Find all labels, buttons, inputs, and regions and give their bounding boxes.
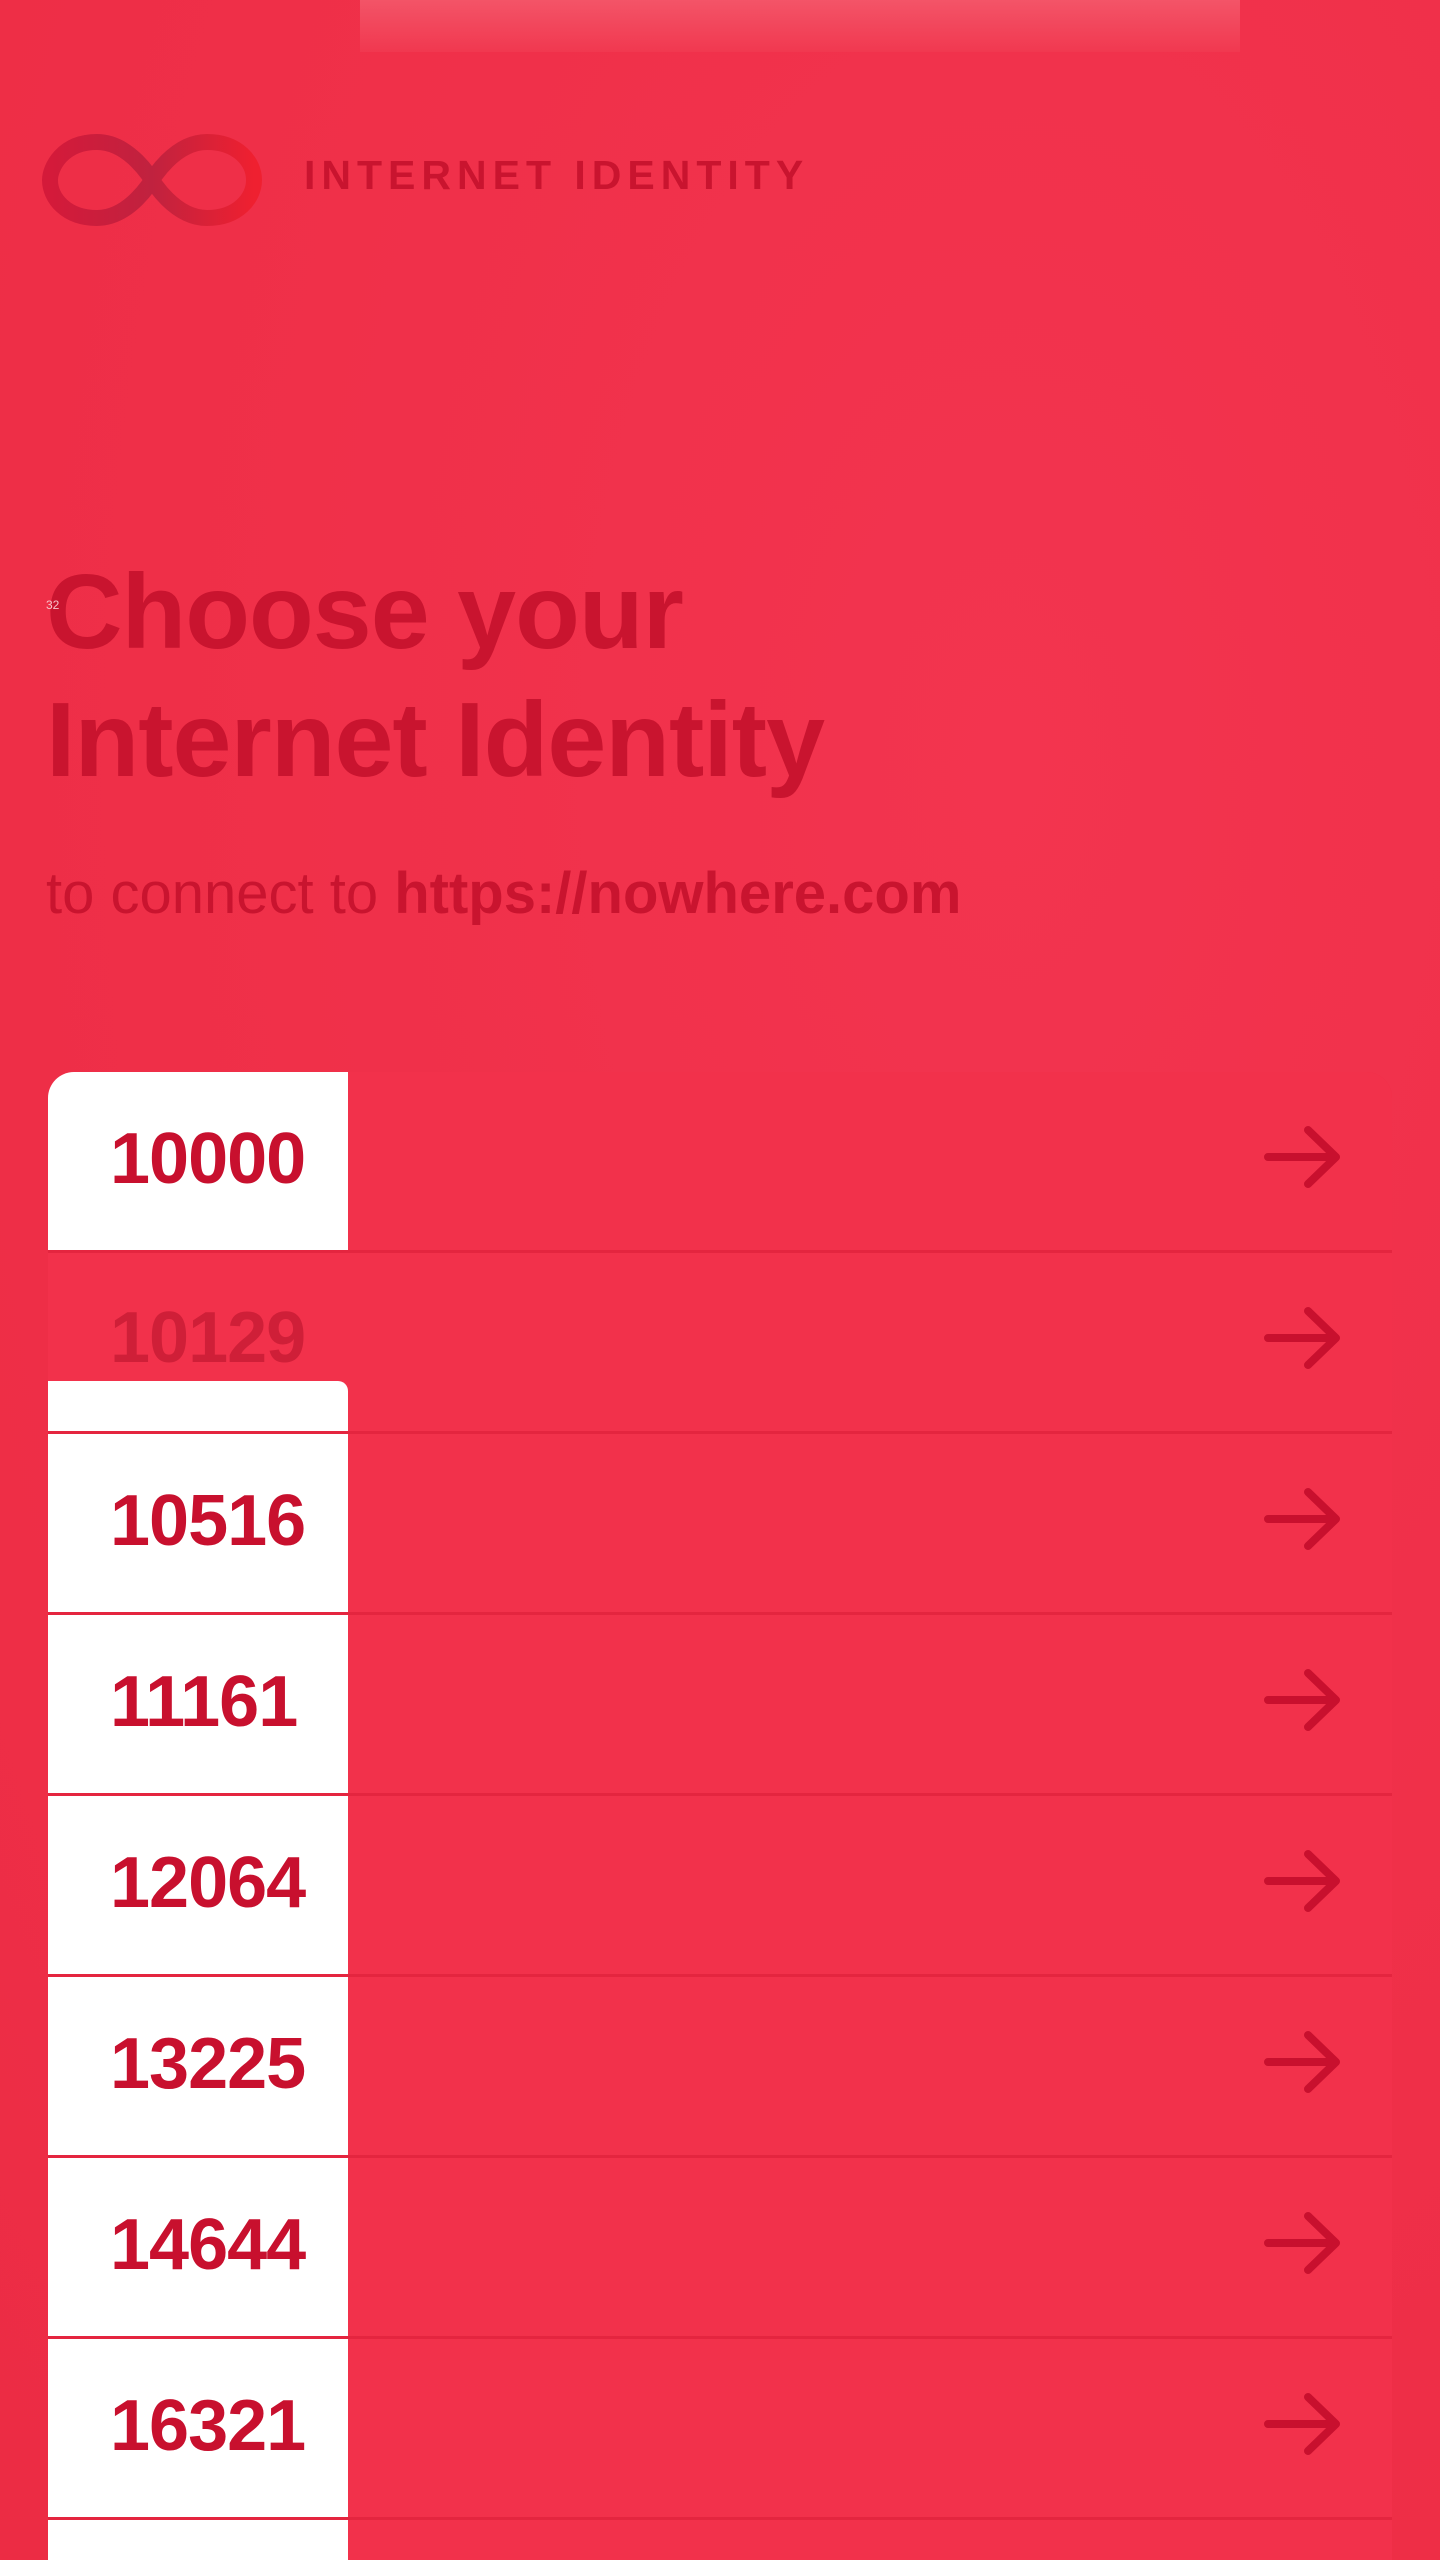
identity-number: 12064 — [110, 1843, 306, 1923]
subtitle: to connect to https://nowhere.com — [46, 860, 961, 927]
tiny-tag: 32 — [46, 598, 60, 612]
title-line-2: Internet Identity — [46, 681, 825, 799]
brand-name: INTERNET IDENTITY — [304, 152, 810, 198]
infinity-logo-icon — [42, 134, 262, 226]
identity-number: 16321 — [110, 2386, 306, 2466]
identity-item[interactable]: 14644 — [48, 2158, 1392, 2339]
arrow-right-icon — [1264, 1669, 1340, 1731]
top-strip — [360, 0, 1240, 52]
arrow-right-icon — [1264, 2393, 1340, 2455]
identity-number: 13225 — [110, 2024, 306, 2104]
identity-item-partial[interactable] — [48, 2520, 1392, 2560]
page-title: Choose your Internet Identity — [46, 548, 825, 804]
identity-number: 14644 — [110, 2205, 306, 2285]
arrow-right-icon — [1264, 2031, 1340, 2093]
identity-item[interactable]: 10516 — [48, 1434, 1392, 1615]
arrow-right-icon — [1264, 1488, 1340, 1550]
identity-number: 10000 — [110, 1119, 306, 1199]
identity-item[interactable]: 10000 — [48, 1072, 1392, 1253]
identity-item[interactable]: 16321 — [48, 2339, 1392, 2520]
page: INTERNET IDENTITY Choose your Internet I… — [0, 0, 1440, 2560]
subtitle-url: https://nowhere.com — [394, 861, 962, 926]
arrow-right-icon — [1264, 2212, 1340, 2274]
identity-number: 10129 — [110, 1298, 306, 1378]
identity-number-cell — [48, 2520, 348, 2560]
arrow-right-icon — [1264, 1850, 1340, 1912]
identity-list: 10000 10129 10516 11161 12064 13225 1464… — [48, 1072, 1392, 2560]
identity-item[interactable]: 11161 — [48, 1615, 1392, 1796]
arrow-right-icon — [1264, 1307, 1340, 1369]
identity-item[interactable]: 13225 — [48, 1977, 1392, 2158]
identity-item[interactable]: 12064 — [48, 1796, 1392, 1977]
title-line-1: Choose your — [46, 553, 684, 671]
identity-number: 11161 — [110, 1662, 298, 1742]
subtitle-prefix: to connect to — [46, 861, 379, 926]
identity-number: 10516 — [110, 1481, 306, 1561]
identity-item[interactable]: 10129 — [48, 1253, 1392, 1434]
arrow-right-icon — [1264, 1126, 1340, 1188]
